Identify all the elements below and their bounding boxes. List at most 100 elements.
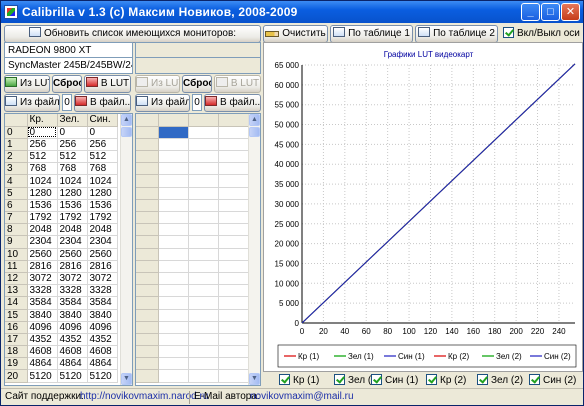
lut-cell[interactable]: 0 [57,126,88,139]
lut-cell[interactable] [158,248,189,261]
lut-cell[interactable]: 512 [57,150,88,164]
table-row[interactable] [136,284,249,298]
monitor-field-2[interactable] [135,57,261,74]
table-row[interactable]: 3 768 768 768 [5,162,118,176]
lut-cell[interactable]: 4352 [27,333,58,347]
close-button[interactable]: ✕ [561,3,580,21]
left-to-file-button[interactable]: В файл... [74,94,131,112]
lut-cell[interactable] [218,309,249,322]
lut-cell[interactable] [158,309,189,322]
lut-cell[interactable] [188,284,219,298]
lut-cell[interactable] [158,223,189,237]
lut-cell[interactable] [188,296,219,310]
lut-cell[interactable] [188,174,219,188]
lut-cell[interactable] [218,187,249,200]
lut-cell[interactable]: 3072 [87,272,118,286]
author-email-link[interactable]: novikovmaxim@mail.ru [250,389,354,405]
lut-cell[interactable] [218,284,249,298]
column-header[interactable]: Зел. [57,114,88,127]
lut-cell[interactable]: 3584 [87,296,118,310]
lut-cell[interactable] [188,126,219,139]
lut-cell[interactable] [218,260,249,273]
lut-cell[interactable]: 1024 [87,174,118,188]
table-row[interactable]: 20 5120 5120 5120 [5,369,118,383]
lut-cell[interactable]: 1024 [27,174,58,188]
lut-cell[interactable] [158,260,189,273]
table-row[interactable] [136,211,249,225]
scroll-up-icon[interactable]: ▲ [249,114,260,126]
table-row[interactable]: 0000 [5,126,118,139]
table-row[interactable] [136,235,249,249]
table-row[interactable] [136,187,249,200]
lut-cell[interactable]: 4096 [57,321,88,334]
lut-cell[interactable]: 4608 [27,345,58,359]
table-row[interactable] [136,162,249,176]
lut-cell[interactable]: 5120 [27,369,58,383]
lut-cell[interactable] [158,235,189,249]
minimize-button[interactable]: _ [521,3,540,21]
left-reset-button[interactable]: Сброс [52,75,82,93]
lut-cell[interactable]: 256 [27,138,58,152]
lut-cell[interactable] [188,309,219,322]
legend-checkbox[interactable]: Зел (2) [477,374,523,388]
clear-button[interactable]: Очистить [263,25,328,43]
lut-cell[interactable] [158,162,189,176]
lut-cell[interactable] [188,211,219,225]
lut-cell[interactable] [188,357,219,371]
lut-cell[interactable] [218,357,249,371]
title-bar[interactable]: Calibrilla v 1.3 (c) Максим Новиков, 200… [1,1,583,23]
lut-cell[interactable] [218,162,249,176]
right-to-file-button[interactable]: В файл... [204,94,261,112]
table-row[interactable]: 18 4608 4608 4608 [5,345,118,359]
legend-checkbox[interactable]: Син (2) [529,374,576,388]
table-row[interactable]: 14 3584 3584 3584 [5,296,118,310]
maximize-button[interactable]: □ [541,3,560,21]
lut-cell[interactable]: 1536 [87,199,118,213]
lut-cell[interactable]: 1280 [57,187,88,200]
monitor-field[interactable]: SyncMaster 245B/245BW/245BPlus [4,57,133,74]
table-row[interactable] [136,138,249,152]
lut-cell[interactable]: 4096 [87,321,118,334]
scroll-down-icon[interactable]: ▼ [121,373,132,385]
lut-cell[interactable]: 768 [87,162,118,176]
lut-cell[interactable] [158,296,189,310]
lut-cell[interactable]: 1536 [27,199,58,213]
table-row[interactable]: 12 3072 3072 3072 [5,272,118,286]
lut-cell[interactable] [218,150,249,164]
column-header[interactable]: Кр. [27,114,58,127]
scroll-thumb[interactable] [121,127,132,137]
table-row[interactable]: 16 4096 4096 4096 [5,321,118,334]
lut-cell[interactable]: 3072 [27,272,58,286]
table-row[interactable]: 4 1024 1024 1024 [5,174,118,188]
lut-cell[interactable]: 2048 [57,223,88,237]
lut-cell[interactable]: 768 [27,162,58,176]
column-header[interactable]: Син. [87,114,118,127]
lut-cell[interactable] [158,284,189,298]
table-row[interactable] [136,150,249,164]
lut-cell[interactable]: 2560 [87,248,118,261]
table-row[interactable] [136,223,249,237]
left-to-lut-button[interactable]: В LUT [84,75,131,93]
refresh-monitors-button[interactable]: Обновить список имеющихся мониторов: [4,25,261,43]
legend-checkbox[interactable]: Кр (2) [426,374,466,388]
lut-cell[interactable] [158,369,189,383]
lut-table-2[interactable]: ▲ ▼ [135,113,261,386]
lut-cell[interactable]: 3328 [87,284,118,298]
table-row[interactable]: 1 256 256 256 [5,138,118,152]
lut-cell[interactable]: 4864 [87,357,118,371]
table-row[interactable]: 13 3328 3328 3328 [5,284,118,298]
lut-cell[interactable]: 3328 [27,284,58,298]
table-row[interactable] [136,248,249,261]
right-from-file-button[interactable]: Из файла [135,94,190,112]
right-to-lut-button[interactable]: В LUT [214,75,261,93]
lut-cell[interactable]: 1024 [57,174,88,188]
left-from-lut-button[interactable]: Из LUT [4,75,50,93]
lut-cell[interactable] [188,321,219,334]
lut-cell[interactable] [218,174,249,188]
table-row[interactable]: 5 1280 1280 1280 [5,187,118,200]
lut-cell[interactable]: 3584 [27,296,58,310]
lut-cell[interactable]: 2816 [27,260,58,273]
lut-cell[interactable] [158,138,189,152]
lut-cell[interactable]: 4864 [27,357,58,371]
table-row[interactable]: 19 4864 4864 4864 [5,357,118,371]
